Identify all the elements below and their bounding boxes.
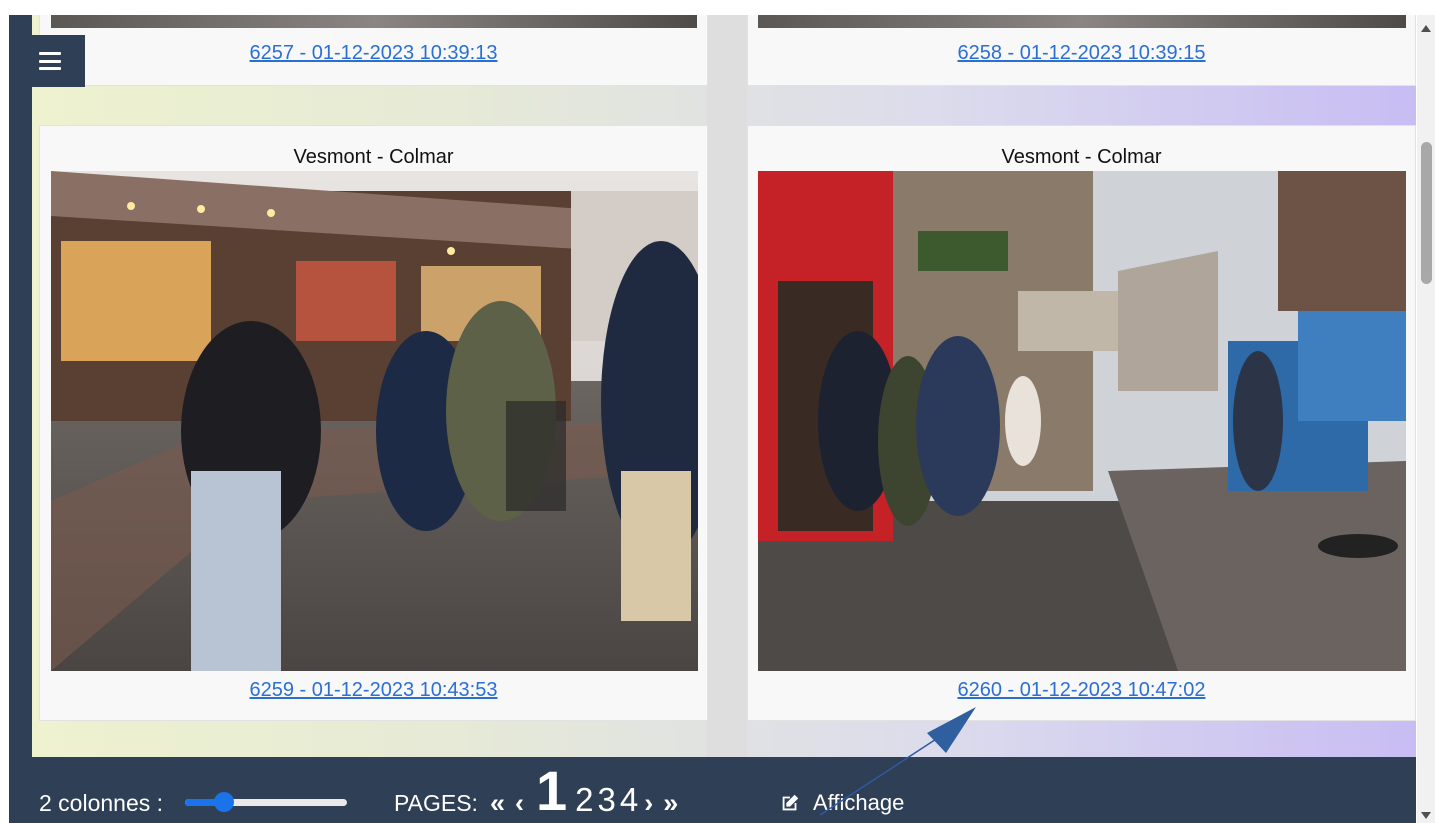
- scroll-up-icon[interactable]: [1421, 25, 1431, 32]
- vertical-scrollbar[interactable]: [1417, 15, 1435, 823]
- hamburger-icon: [39, 52, 61, 70]
- last-page-button[interactable]: »: [663, 788, 678, 819]
- photo-thumbnail-edge: [51, 15, 697, 28]
- photo-link[interactable]: 6257 - 01-12-2023 10:39:13: [40, 42, 707, 65]
- scrollbar-thumb[interactable]: [1421, 142, 1432, 284]
- columns-label: 2 colonnes :: [39, 790, 164, 816]
- photo-thumbnail-edge: [758, 15, 1406, 28]
- pages-label: PAGES:: [394, 790, 478, 816]
- photo-link[interactable]: 6259 - 01-12-2023 10:43:53: [40, 679, 707, 702]
- gallery-card: Vesmont - Colmar: [39, 125, 708, 721]
- photo-thumbnail[interactable]: [758, 171, 1406, 671]
- photo-title: Vesmont - Colmar: [1001, 146, 1162, 168]
- gallery-area: 6257 - 01-12-2023 10:39:13 6258 - 01-12-…: [32, 15, 1416, 760]
- edit-icon: [782, 794, 799, 811]
- menu-button[interactable]: [15, 35, 85, 87]
- columns-slider[interactable]: [185, 792, 347, 812]
- gallery-card: 6258 - 01-12-2023 10:39:15: [747, 15, 1416, 86]
- page-link-3[interactable]: 3: [597, 781, 615, 819]
- current-page: 1: [535, 759, 568, 822]
- column-gutter: [707, 15, 747, 760]
- photo-link[interactable]: 6258 - 01-12-2023 10:39:15: [748, 42, 1415, 65]
- left-frame: [9, 15, 32, 760]
- page-link-2[interactable]: 2: [575, 781, 593, 819]
- display-settings-button[interactable]: Affichage: [779, 790, 904, 816]
- page-link-4[interactable]: 4: [620, 781, 638, 819]
- photo-title: Vesmont - Colmar: [293, 146, 454, 168]
- gallery-card: 6257 - 01-12-2023 10:39:13: [39, 15, 708, 86]
- slider-thumb[interactable]: [213, 792, 234, 812]
- photo-thumbnail[interactable]: [51, 171, 698, 671]
- scroll-down-icon[interactable]: [1421, 812, 1431, 819]
- first-page-button[interactable]: «: [490, 788, 505, 819]
- pagination: PAGES: « ‹ 1 2 3 4 › »: [394, 757, 684, 823]
- next-page-button[interactable]: ›: [644, 788, 653, 819]
- bottom-toolbar: 2 colonnes : PAGES: « ‹ 1 2 3 4 › » Affi…: [9, 757, 1416, 823]
- previous-page-button[interactable]: ‹: [515, 788, 524, 819]
- gallery-card: Vesmont - Colmar: [747, 125, 1416, 721]
- display-settings-label: Affichage: [813, 790, 905, 815]
- photo-link[interactable]: 6260 - 01-12-2023 10:47:02: [748, 679, 1415, 702]
